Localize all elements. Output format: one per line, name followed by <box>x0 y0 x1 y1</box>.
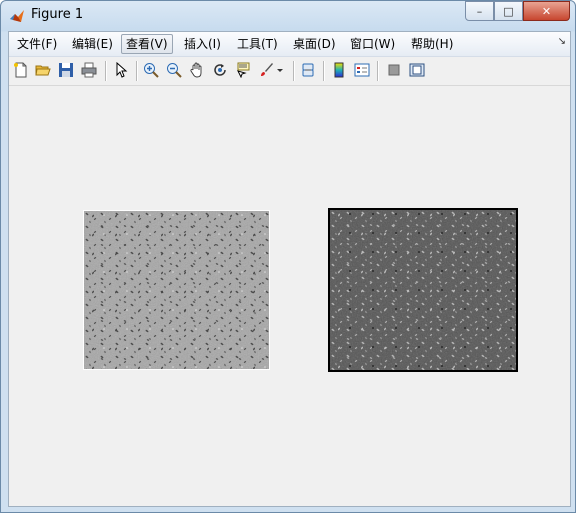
figure-window: Figure 1 – □ ✕ 文件(F) 编辑(E) 查看(V) 插入(I) 工… <box>0 0 576 513</box>
maximize-icon: □ <box>503 4 514 18</box>
matlab-logo-icon <box>10 10 24 22</box>
colorbar-icon[interactable] <box>330 61 348 79</box>
grayscale-cell-image[interactable] <box>83 210 270 370</box>
menu-insert[interactable]: 插入(I) <box>180 35 225 53</box>
figure-canvas[interactable] <box>9 86 570 506</box>
print-icon[interactable] <box>80 61 98 79</box>
rotate-3d-icon[interactable] <box>211 61 229 79</box>
zoom-out-icon[interactable] <box>165 61 183 79</box>
pan-hand-icon[interactable] <box>188 61 206 79</box>
open-file-icon[interactable] <box>34 61 52 79</box>
grayscale-cell-image-pixels <box>84 211 269 369</box>
hide-plot-tools-icon[interactable] <box>385 61 403 79</box>
maximize-button[interactable]: □ <box>494 1 523 21</box>
close-icon: ✕ <box>541 4 552 18</box>
toolbar-separator <box>105 61 107 81</box>
legend-icon[interactable] <box>353 61 371 79</box>
show-plot-tools-icon[interactable] <box>408 61 426 79</box>
minimize-icon: – <box>476 4 483 18</box>
figure-toolbar <box>9 57 570 86</box>
toolbar-separator <box>323 61 325 81</box>
menu-window[interactable]: 窗口(W) <box>346 35 399 53</box>
menu-desktop[interactable]: 桌面(D) <box>289 35 340 53</box>
select-arrow-icon[interactable] <box>112 61 130 79</box>
dark-cell-image[interactable] <box>328 208 518 372</box>
link-plot-icon[interactable] <box>299 61 317 79</box>
toolbar-separator <box>293 61 295 81</box>
menu-edit[interactable]: 编辑(E) <box>68 35 117 53</box>
dark-cell-image-pixels <box>330 210 516 370</box>
close-button[interactable]: ✕ <box>523 1 570 21</box>
minimize-button[interactable]: – <box>465 1 494 21</box>
window-title: Figure 1 <box>31 7 84 22</box>
data-cursor-icon[interactable] <box>234 61 252 79</box>
figure-client-area: 文件(F) 编辑(E) 查看(V) 插入(I) 工具(T) 桌面(D) 窗口(W… <box>8 31 571 507</box>
dropdown-arrow-icon[interactable] <box>275 61 285 79</box>
brush-icon[interactable] <box>257 61 275 79</box>
toolbar-separator <box>377 61 379 81</box>
menu-view[interactable]: 查看(V) <box>121 34 173 54</box>
zoom-in-icon[interactable] <box>142 61 160 79</box>
menu-overflow-icon[interactable]: ↘ <box>558 36 566 47</box>
menu-tools[interactable]: 工具(T) <box>233 35 282 53</box>
title-bar[interactable]: Figure 1 – □ ✕ <box>1 1 575 31</box>
menu-help[interactable]: 帮助(H) <box>407 35 457 53</box>
menu-file[interactable]: 文件(F) <box>13 35 61 53</box>
new-figure-icon[interactable] <box>12 61 30 79</box>
menu-bar: 文件(F) 编辑(E) 查看(V) 插入(I) 工具(T) 桌面(D) 窗口(W… <box>9 32 570 57</box>
save-icon[interactable] <box>57 61 75 79</box>
toolbar-separator <box>136 61 138 81</box>
